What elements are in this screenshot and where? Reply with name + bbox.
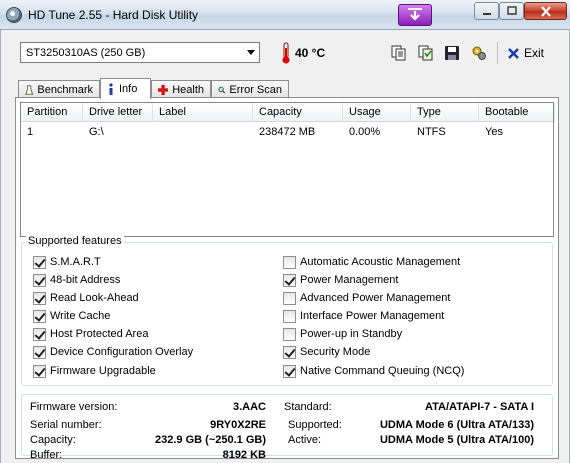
checkbox[interactable]: [33, 291, 46, 305]
feature-ncq[interactable]: Native Command Queuing (NCQ): [283, 363, 464, 379]
temperature-readout: 40 °C: [295, 46, 326, 60]
minimize-icon: [482, 13, 491, 15]
standard-label: Standard:: [284, 401, 332, 413]
maximize-button[interactable]: [499, 2, 524, 20]
column-header-type[interactable]: Type: [411, 103, 479, 122]
feature-power-management[interactable]: Power Management: [283, 272, 398, 288]
copy-info-button[interactable]: [415, 42, 437, 64]
health-icon: [158, 84, 169, 95]
cell-label: [153, 124, 159, 140]
serial-label: Serial number:: [30, 419, 102, 431]
cell-usage: 0.00%: [349, 126, 381, 138]
feature-power-up-in-standby[interactable]: Power-up in Standby: [283, 326, 402, 342]
feature-read-look-ahead[interactable]: Read Look-Ahead: [33, 290, 139, 306]
cell-bootable: Yes: [485, 126, 503, 138]
cell-type: NTFS: [417, 126, 446, 138]
feature-device-configuration-overlay[interactable]: Device Configuration Overlay: [33, 344, 193, 360]
chevron-down-icon[interactable]: [242, 43, 259, 62]
checkbox[interactable]: [283, 345, 296, 359]
firmware-label: Firmware version:: [30, 401, 118, 413]
checkbox[interactable]: [283, 327, 296, 341]
column-header-capacity[interactable]: Capacity: [253, 103, 343, 122]
column-header-drive-letter[interactable]: Drive letter: [83, 103, 153, 122]
feature-firmware-upgradable[interactable]: Firmware Upgradable: [33, 363, 156, 379]
buffer-label: Buffer:: [30, 449, 63, 461]
checkbox[interactable]: [33, 364, 46, 378]
exit-button[interactable]: Exit: [507, 42, 544, 64]
feature-advanced-power-management[interactable]: Advanced Power Management: [283, 290, 450, 306]
download-icon: [408, 8, 422, 21]
window-title: HD Tune 2.55 - Hard Disk Utility: [28, 8, 199, 22]
standard-value: ATA/ATAPI-7 - SATA I: [425, 401, 534, 413]
supported-value: UDMA Mode 6 (Ultra ATA/133): [379, 419, 534, 431]
maximize-icon: [506, 6, 517, 15]
toolbar-separator: [497, 42, 498, 64]
close-icon: [540, 5, 551, 17]
capacity-label: Capacity:: [30, 434, 76, 446]
copy-info-icon: [418, 45, 433, 61]
checkbox[interactable]: [33, 273, 46, 287]
drive-select[interactable]: ST3250310AS (250 GB): [20, 42, 260, 63]
buffer-value: 8192 KB: [222, 449, 266, 461]
options-icon: [472, 46, 486, 60]
checkbox[interactable]: [283, 291, 296, 305]
tab-benchmark[interactable]: Benchmark: [18, 80, 100, 98]
search-icon: [218, 86, 226, 94]
copy-text-button[interactable]: [388, 42, 410, 64]
feature-interface-power-management[interactable]: Interface Power Management: [283, 308, 444, 324]
partition-list-header: Partition Drive letter Label Capacity Us…: [21, 103, 555, 122]
exit-label: Exit: [524, 46, 545, 60]
cell-drive-letter: G:\: [89, 126, 104, 138]
close-button[interactable]: [524, 2, 567, 20]
download-button[interactable]: [398, 4, 432, 26]
cell-partition: 1: [27, 126, 34, 138]
serial-value: 9RY0X2RE: [210, 419, 266, 431]
column-header-usage[interactable]: Usage: [343, 103, 411, 122]
supported-label: Supported:: [288, 419, 342, 431]
info-icon: [109, 83, 113, 95]
active-label: Active:: [288, 434, 322, 446]
active-value: UDMA Mode 5 (Ultra ATA/100): [379, 434, 534, 446]
minimize-button[interactable]: [474, 2, 499, 20]
exit-icon: [508, 47, 519, 59]
tab-error-scan[interactable]: Error Scan: [211, 80, 289, 98]
thermometer-icon: [282, 42, 290, 64]
checkbox[interactable]: [283, 309, 296, 323]
main-window: ST3250310AS (250 GB) 40 °C Exit Benchmar…: [0, 30, 570, 463]
options-button[interactable]: [468, 42, 490, 64]
column-header-partition[interactable]: Partition: [21, 103, 83, 122]
copy-text-icon: [391, 45, 406, 61]
checkbox[interactable]: [33, 345, 46, 359]
column-header-bootable[interactable]: Bootable: [479, 103, 555, 122]
checkbox[interactable]: [33, 327, 46, 341]
checkbox[interactable]: [283, 255, 296, 269]
tab-info[interactable]: Info: [100, 78, 151, 99]
capacity-value: 232.9 GB (~250.1 GB): [155, 434, 266, 446]
app-icon: [6, 7, 22, 23]
checkbox[interactable]: [33, 255, 46, 269]
info-tab-panel: Partition Drive letter Label Capacity Us…: [15, 97, 559, 461]
cell-capacity: 238472 MB: [259, 126, 316, 138]
drive-select-value: ST3250310AS (250 GB): [26, 46, 146, 59]
save-button[interactable]: [441, 42, 463, 64]
checkbox[interactable]: [33, 309, 46, 323]
feature-host-protected-area[interactable]: Host Protected Area: [33, 326, 148, 342]
feature-48bit-address[interactable]: 48-bit Address: [33, 272, 120, 288]
title-bar[interactable]: HD Tune 2.55 - Hard Disk Utility: [0, 0, 570, 30]
feature-security-mode[interactable]: Security Mode: [283, 344, 370, 360]
feature-smart[interactable]: S.M.A.R.T: [33, 254, 101, 270]
supported-features-title: Supported features: [26, 235, 124, 247]
save-icon: [445, 46, 459, 60]
checkbox[interactable]: [283, 364, 296, 378]
firmware-value: 3.AAC: [232, 401, 266, 413]
feature-write-cache[interactable]: Write Cache: [33, 308, 110, 324]
tab-health[interactable]: Health: [151, 80, 211, 98]
partition-list[interactable]: Partition Drive letter Label Capacity Us…: [20, 102, 555, 237]
feature-automatic-acoustic-management[interactable]: Automatic Acoustic Management: [283, 254, 460, 270]
checkbox[interactable]: [283, 273, 296, 287]
benchmark-icon: [25, 84, 34, 95]
column-header-label[interactable]: Label: [153, 103, 253, 122]
